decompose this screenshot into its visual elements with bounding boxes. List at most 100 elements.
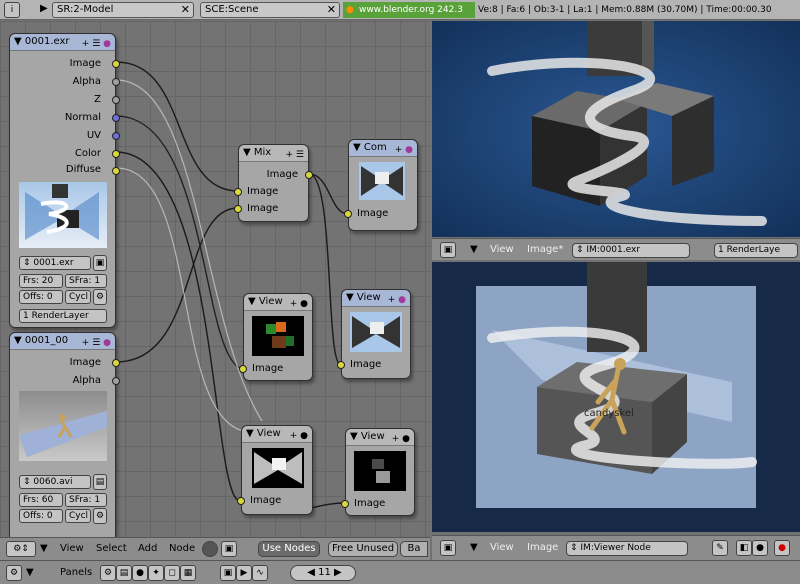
start-frame-field[interactable]: SFra: 1 [65, 493, 107, 507]
frames-field[interactable]: Frs: 60 [19, 493, 63, 507]
node-options-icon[interactable]: + ● [290, 296, 308, 310]
mix-node[interactable]: ▼ Mix + ☰ Image Image Image [234, 144, 313, 222]
editing-icon[interactable]: ◻ [164, 565, 180, 581]
input-socket[interactable] [239, 365, 247, 373]
input-socket[interactable] [237, 497, 245, 505]
scene-selector[interactable]: SCE:Scene ✕ [200, 2, 340, 18]
frame-decrement-icon[interactable]: ◀ [307, 567, 318, 578]
screen-selector[interactable]: SR:2-Model ✕ [52, 2, 194, 18]
node-header[interactable]: ▼ 0001_00 + ☰ ● [10, 333, 115, 350]
collapse-icon[interactable]: ▼ [243, 147, 251, 158]
output-socket[interactable] [112, 132, 120, 140]
material-icon[interactable] [202, 541, 218, 557]
node-options-icon[interactable]: + ● [290, 428, 308, 442]
pin-icon[interactable]: ✎ [712, 540, 728, 556]
menu-view[interactable]: View [60, 543, 84, 554]
input-socket[interactable] [344, 210, 352, 218]
collapse-icon[interactable]: ▼ [248, 296, 256, 307]
input-socket[interactable] [341, 500, 349, 508]
node-options-icon[interactable]: + ● [388, 292, 406, 306]
node-options-icon[interactable]: + ☰ ● [82, 335, 111, 349]
info-icon[interactable]: i [4, 2, 20, 18]
shading-icon[interactable]: ● [132, 565, 148, 581]
menu-view[interactable]: View [490, 244, 514, 255]
output-socket[interactable] [112, 96, 120, 104]
image-viewer-bottom[interactable]: candyskel [432, 262, 800, 532]
input-socket[interactable] [337, 361, 345, 369]
image-browse-icon[interactable]: ▣ [93, 255, 107, 271]
output-socket[interactable] [112, 114, 120, 122]
render-layer-field[interactable]: 1 RenderLayer [19, 309, 107, 323]
viewer-node[interactable]: ▼ View + ● Image [341, 428, 415, 516]
output-socket[interactable] [112, 359, 120, 367]
movie-name-field[interactable]: ⇕ 0060.avi [19, 475, 91, 489]
input-socket[interactable] [234, 188, 242, 196]
sound-icon[interactable]: ∿ [252, 565, 268, 581]
composite-icon[interactable]: ▣ [221, 541, 237, 557]
node-options-icon[interactable]: + ● [392, 431, 410, 445]
collapse-icon[interactable]: ▼ [346, 292, 354, 303]
menu-node[interactable]: Node [169, 543, 195, 554]
output-socket[interactable] [112, 377, 120, 385]
editor-type-icon[interactable]: ⚙ [6, 565, 22, 581]
frame-counter[interactable]: ◀ 11 ▶ [290, 565, 356, 581]
offset-field[interactable]: Offs: 0 [19, 290, 63, 304]
render-icon[interactable]: ▣ [220, 565, 236, 581]
node-header[interactable]: ▼ Mix + ☰ [239, 145, 308, 162]
start-frame-field[interactable]: SFra: 1 [65, 274, 107, 288]
node-header[interactable]: ▼ View + ● [342, 290, 410, 307]
node-options-icon[interactable]: + ● [395, 142, 413, 156]
frame-increment-icon[interactable]: ▶ [331, 567, 342, 578]
node-header[interactable]: ▼ View + ● [244, 294, 312, 311]
output-socket[interactable] [112, 150, 120, 158]
image-name-field[interactable]: ⇕ 0001.exr [19, 256, 91, 270]
node-header[interactable]: ▼ View + ● [242, 426, 312, 443]
node-header[interactable]: ▼ View + ● [346, 429, 414, 446]
image-selector[interactable]: ⇕ IM:Viewer Node [566, 541, 688, 556]
output-socket[interactable] [112, 60, 120, 68]
blender-url[interactable]: ● www.blender.org 242.3 [343, 2, 475, 18]
auto-refresh-icon[interactable]: ⚙ [93, 289, 107, 305]
output-socket[interactable] [112, 78, 120, 86]
node-header[interactable]: ▼ Com + ● [349, 140, 417, 157]
stop-icon[interactable]: ● [774, 540, 790, 556]
image-selector[interactable]: ⇕ IM:0001.exr [572, 243, 690, 258]
menu-select[interactable]: Select [96, 543, 127, 554]
composite-node[interactable]: ▼ Com + ● Image [344, 139, 418, 231]
cyclic-toggle[interactable]: Cycl [65, 509, 91, 523]
frames-field[interactable]: Frs: 20 [19, 274, 63, 288]
viewer-node[interactable]: ▼ View + ● Image [337, 289, 411, 379]
viewer-node[interactable]: ▼ View + ● Image [239, 293, 313, 381]
close-icon[interactable]: ✕ [181, 3, 190, 17]
logic-icon[interactable]: ⚙ [100, 565, 116, 581]
collapse-icon[interactable]: ▼ [14, 335, 22, 346]
collapse-icon[interactable]: ▼ [353, 142, 361, 153]
output-socket[interactable] [112, 167, 120, 175]
viewer-node[interactable]: ▼ View + ● Image [237, 425, 313, 515]
collapse-arrow-icon[interactable]: ▼ [26, 567, 34, 578]
collapse-arrow-icon[interactable]: ▼ [40, 543, 48, 554]
menu-view[interactable]: View [490, 542, 514, 553]
scene-icon[interactable]: ▦ [180, 565, 196, 581]
image-viewer-top[interactable] [432, 21, 800, 237]
render-layer-selector[interactable]: 1 RenderLaye [714, 243, 798, 258]
movie-node[interactable]: ▼ 0001_00 + ☰ ● Image Alpha ⇕ 0060.avi ▤… [9, 332, 120, 537]
editor-type-icon[interactable]: ▣ [440, 540, 456, 556]
record-icon[interactable]: ● [752, 540, 768, 556]
cyclic-toggle[interactable]: Cycl [65, 290, 91, 304]
menu-image[interactable]: Image* [527, 244, 563, 255]
editor-type-icon[interactable]: ▣ [440, 242, 456, 258]
collapse-arrow-icon[interactable]: ▶ [40, 3, 48, 14]
collapse-icon[interactable]: ▼ [350, 431, 358, 442]
input-socket[interactable] [234, 205, 242, 213]
offset-field[interactable]: Offs: 0 [19, 509, 63, 523]
channels-icon[interactable]: ◧ [736, 540, 752, 556]
use-nodes-toggle[interactable]: Use Nodes [258, 541, 320, 557]
node-header[interactable]: ▼ 0001.exr + ☰ ● [10, 34, 115, 51]
menu-image[interactable]: Image [527, 542, 558, 553]
menu-add[interactable]: Add [138, 543, 157, 554]
anim-icon[interactable]: ▶ [236, 565, 252, 581]
collapse-icon[interactable]: ▼ [246, 428, 254, 439]
object-icon[interactable]: ✦ [148, 565, 164, 581]
collapse-arrow-icon[interactable]: ▼ [470, 244, 478, 255]
